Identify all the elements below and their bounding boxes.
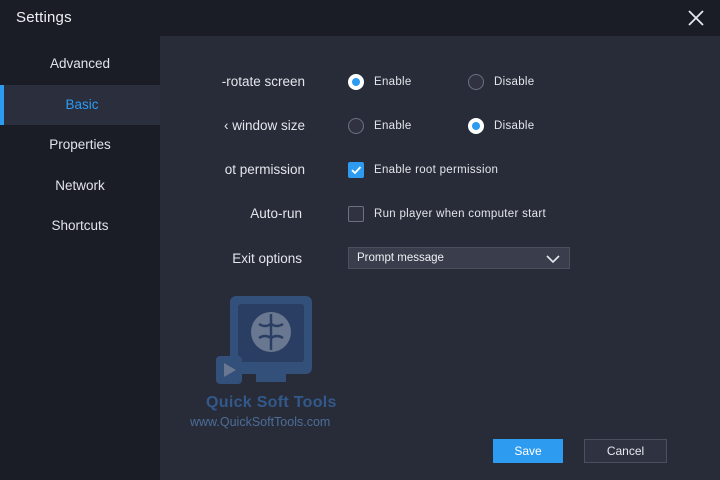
watermark-url: www.QuickSoftTools.com	[190, 415, 331, 429]
save-button[interactable]: Save	[493, 439, 563, 463]
auto-rotate-enable-option[interactable]: Enable	[348, 74, 412, 90]
close-icon[interactable]	[684, 6, 708, 30]
auto-rotate-label-clip: -rotate screen	[205, 72, 305, 94]
auto-run-option[interactable]: Run player when computer start	[348, 206, 546, 222]
exit-options-dropdown[interactable]: Prompt message	[348, 247, 570, 269]
auto-run-checkbox[interactable]	[348, 206, 364, 222]
window-size-enable-option[interactable]: Enable	[348, 118, 412, 134]
title-bar: Settings	[0, 0, 720, 36]
auto-run-label: Auto-run	[250, 206, 302, 221]
exit-options-label: Exit options	[232, 251, 302, 266]
brain-monitor-logo	[216, 296, 312, 384]
settings-panel: -rotate screen Enable Disable ‹ window s…	[160, 36, 720, 480]
window-title: Settings	[16, 9, 72, 26]
sidebar-item-shortcuts[interactable]: Shortcuts	[0, 206, 160, 246]
auto-rotate-label: -rotate screen	[221, 74, 305, 89]
root-permission-label: ot permission	[224, 162, 305, 177]
auto-rotate-enable-label: Enable	[374, 76, 412, 88]
chevron-down-icon	[546, 255, 560, 264]
checkmark-icon	[351, 166, 362, 175]
window-size-label: ‹ window size	[223, 118, 305, 133]
window-size-disable-radio[interactable]	[468, 118, 484, 134]
window-size-enable-radio[interactable]	[348, 118, 364, 134]
sidebar-item-network[interactable]: Network	[0, 166, 160, 206]
sidebar-item-properties[interactable]: Properties	[0, 125, 160, 165]
watermark-brand: Quick Soft Tools	[206, 394, 337, 411]
root-permission-label-clip: ot permission	[205, 160, 305, 182]
auto-run-checkbox-label: Run player when computer start	[374, 208, 546, 220]
window-size-enable-label: Enable	[374, 120, 412, 132]
sidebar: Advanced Basic Properties Network Shortc…	[0, 36, 160, 480]
window-size-label-clip: ‹ window size	[205, 116, 305, 138]
exit-options-selected-value: Prompt message	[357, 252, 444, 264]
auto-rotate-disable-radio[interactable]	[468, 74, 484, 90]
auto-rotate-enable-radio[interactable]	[348, 74, 364, 90]
root-permission-checkbox[interactable]	[348, 162, 364, 178]
root-permission-checkbox-label: Enable root permission	[374, 164, 499, 176]
sidebar-item-advanced[interactable]: Advanced	[0, 44, 160, 84]
window-size-disable-option[interactable]: Disable	[468, 118, 534, 134]
cancel-button[interactable]: Cancel	[584, 439, 667, 463]
auto-rotate-disable-label: Disable	[494, 76, 535, 88]
auto-rotate-disable-option[interactable]: Disable	[468, 74, 534, 90]
sidebar-item-basic[interactable]: Basic	[0, 85, 160, 125]
watermark: Quick Soft Tools www.QuickSoftTools.com	[186, 294, 366, 434]
window-size-disable-label: Disable	[494, 120, 535, 132]
root-permission-option[interactable]: Enable root permission	[348, 162, 498, 178]
